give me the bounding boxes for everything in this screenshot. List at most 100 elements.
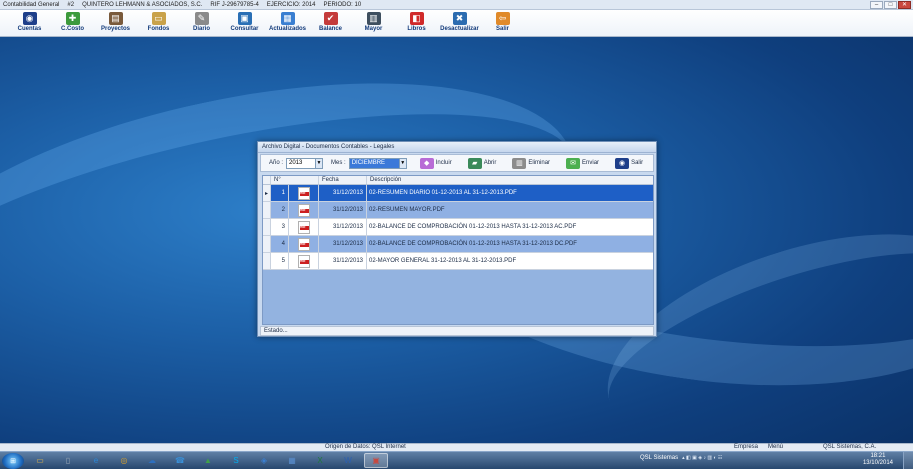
toolbar-button-cuentas[interactable]: ◉ Cuentas [8, 10, 51, 32]
table-row[interactable]: 5 PDF 31/12/2013 02-MAYOR GENERAL 31-12-… [263, 253, 653, 270]
folder-icon[interactable]: ▭ [28, 453, 52, 468]
ccosto-icon: ✚ [65, 12, 80, 25]
row-indicator-header [263, 176, 271, 184]
diario-icon: ✎ [194, 12, 209, 25]
toolbar-button-fondos[interactable]: ▭ Fondos [137, 10, 180, 32]
excel-icon[interactable]: X [308, 453, 332, 468]
table-row[interactable]: ▸ 1 PDF 31/12/2013 02-RESUMEN DIARIO 01-… [263, 185, 653, 202]
fondos-icon: ▭ [151, 12, 166, 25]
table-row[interactable]: 3 PDF 31/12/2013 02-BALANCE DE COMPROBAC… [263, 219, 653, 236]
toolbar-button-consultar[interactable]: ▣ Consultar [223, 10, 266, 32]
toolbar-label: Libros [407, 26, 426, 32]
row-indicator: ▸ [263, 185, 271, 201]
cell-n: 1 [271, 185, 289, 201]
show-desktop-button[interactable] [903, 452, 913, 469]
documents-grid: N° Fecha Descripción ▸ 1 PDF 31/12/2013 … [262, 175, 654, 325]
abrir-icon: ▰ [467, 157, 482, 169]
abrir-button[interactable]: ▰ Abrir [467, 157, 496, 169]
grid-header: N° Fecha Descripción [263, 176, 653, 185]
periodo: PERIODO: 10 [323, 1, 362, 8]
windows-taskbar: ⊞ ▭ ▯ e ◎ ☁ ☎ ▲ S ◈ ▦ X W ▣ QSL Sistemas ▴ ◧ ▣ ◈ ♪ ▥… [0, 451, 913, 469]
eliminar-button[interactable]: ▥ Eliminar [512, 157, 550, 169]
taskbar-items: ▭ ▯ e ◎ ☁ ☎ ▲ S ◈ ▦ X W ▣ [24, 453, 388, 468]
libros-icon: ◧ [409, 12, 424, 25]
chevron-down-icon[interactable]: ▼ [315, 158, 323, 168]
app-icon[interactable]: ▦ [280, 453, 304, 468]
tray-label[interactable]: QSL Sistemas [640, 455, 678, 461]
cell-n: 5 [271, 253, 289, 269]
pdf-cell[interactable]: PDF [289, 219, 319, 235]
col-header-fecha[interactable]: Fecha [319, 176, 367, 184]
clock[interactable]: 18:21 13/10/2014 [863, 453, 893, 467]
pdf-cell[interactable]: PDF [289, 185, 319, 201]
enviar-icon: ✉ [566, 157, 581, 169]
drive-icon[interactable]: ▲ [196, 453, 220, 468]
pdf-file-icon: PDF [297, 186, 310, 200]
pdf-file-icon: PDF [297, 254, 310, 268]
pdf-cell[interactable]: PDF [289, 236, 319, 252]
window-title-bar: Contabilidad General #2 QUINTERO LEHMANN… [0, 0, 913, 10]
cell-fecha: 31/12/2013 [319, 253, 367, 269]
toolbar-button-libros[interactable]: ◧ Libros [395, 10, 438, 32]
toolbar-label: Proyectos [100, 26, 130, 32]
table-row[interactable]: 4 PDF 31/12/2013 02-BALANCE DE COMPROBAC… [263, 236, 653, 253]
proyectos-icon: ▤ [108, 12, 123, 25]
qsl-sistemas: QSL Sistemas, C.A. [823, 444, 877, 450]
window-controls: – □ ✕ [870, 1, 911, 9]
pdf-cell[interactable]: PDF [289, 253, 319, 269]
clock-date: 13/10/2014 [862, 460, 893, 466]
button-label: Salir [631, 160, 644, 166]
toolbar-button-desactualizar[interactable]: ✖ Desactualizar [438, 10, 481, 32]
toolbar-button-mayor[interactable]: ▥ Mayor [352, 10, 395, 32]
company-name: QUINTERO LEHMANN & ASOCIADOS, S.C. [82, 1, 203, 8]
mes-value: DICIEMBRE [349, 158, 399, 168]
cell-descripcion: 02-RESUMEN DIARIO 01-12-2013 AL 31-12-20… [369, 190, 517, 196]
col-header-descripcion[interactable]: Descripción [367, 176, 653, 184]
pdf-cell[interactable]: PDF [289, 202, 319, 218]
toolbar-button-actualizados[interactable]: ▦ Actualizados [266, 10, 309, 32]
chevron-down-icon[interactable]: ▼ [398, 158, 406, 168]
toolbar-label: Salir [495, 26, 509, 32]
desactualizar-icon: ✖ [452, 12, 467, 25]
toolbar-button-proyectos[interactable]: ▤ Proyectos [94, 10, 137, 32]
anio-select[interactable]: 2013 ▼ [286, 157, 324, 169]
internet-explorer-icon[interactable]: e [84, 453, 108, 468]
menu-link[interactable]: Menú [768, 444, 783, 450]
network-icon[interactable]: ◈ [252, 453, 276, 468]
toolbar-button-ccosto[interactable]: ✚ C.Costo [51, 10, 94, 32]
maximize-button[interactable]: □ [884, 1, 897, 9]
close-button[interactable]: ✕ [898, 1, 911, 9]
empresa-link[interactable]: Empresa [734, 444, 758, 450]
dialog-title: Archivo Digital - Documentos Contables -… [258, 142, 656, 153]
contabilidad-icon[interactable]: ▣ [364, 453, 388, 468]
phone-icon[interactable]: ☎ [168, 453, 192, 468]
toolbar-label: Balance [318, 26, 342, 32]
mes-select[interactable]: DICIEMBRE ▼ [348, 157, 407, 169]
table-row[interactable]: 2 PDF 31/12/2013 02-RESUMEN MAYOR.PDF [263, 202, 653, 219]
toolbar-label: Actualizados [268, 26, 306, 32]
enviar-button[interactable]: ✉ Enviar [566, 157, 599, 169]
salir-button[interactable]: ◉ Salir [615, 157, 644, 169]
mayor-icon: ▥ [366, 12, 381, 25]
row-indicator [263, 236, 271, 252]
dialog-buttons: ◆ Incluir ▰ Abrir ▥ Eliminar ✉ Enviar ◉ Sali… [414, 157, 644, 169]
cell-n: 2 [271, 202, 289, 218]
start-button[interactable]: ⊞ [2, 452, 24, 469]
minimize-button[interactable]: – [870, 1, 883, 9]
toolbar-label: Fondos [147, 26, 170, 32]
row-indicator [263, 202, 271, 218]
document-icon[interactable]: ▯ [56, 453, 80, 468]
col-header-n[interactable]: N° [271, 176, 319, 184]
cloud-icon[interactable]: ☁ [140, 453, 164, 468]
toolbar-label: Cuentas [17, 26, 42, 32]
word-icon[interactable]: W [336, 453, 360, 468]
toolbar-button-balance[interactable]: ✔ Balance [309, 10, 352, 32]
toolbar-button-diario[interactable]: ✎ Diario [180, 10, 223, 32]
toolbar-label: Desactualizar [440, 26, 479, 32]
cell-fecha: 31/12/2013 [319, 219, 367, 235]
incluir-button[interactable]: ◆ Incluir [419, 157, 452, 169]
skype-icon[interactable]: S [224, 453, 248, 468]
toolbar-button-salir[interactable]: ⇦ Salir [481, 10, 524, 32]
chrome-icon[interactable]: ◎ [112, 453, 136, 468]
tray-icons[interactable]: ▴ ◧ ▣ ◈ ♪ ▥ ◐ ☷ [682, 455, 722, 461]
